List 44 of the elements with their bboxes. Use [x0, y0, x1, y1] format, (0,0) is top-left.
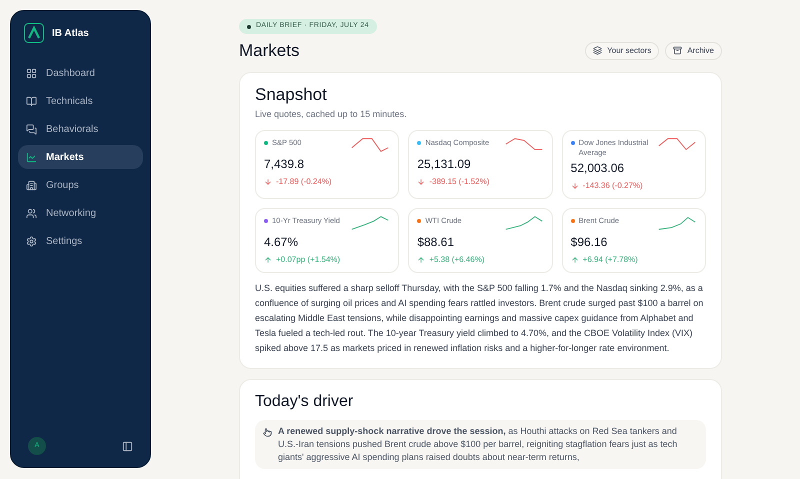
quote-change: -17.89 (-0.24%): [276, 176, 332, 188]
quote-value: 7,439.8: [264, 156, 306, 173]
nav-item[interactable]: Technicals: [18, 89, 143, 113]
sparkline: [350, 136, 390, 154]
quote-value: $88.61: [417, 234, 456, 251]
nav-item[interactable]: Networking: [18, 201, 143, 225]
nav-item[interactable]: Settings: [18, 229, 143, 253]
building-icon: [26, 180, 37, 190]
quote-value: 4.67%: [264, 234, 300, 251]
driver-text: A renewed supply-shock narrative drove the session, as Houthi attacks on Red Sea tankers and U.S.-Iran tensions pushed Brent crude above $100 per barrel, reigniting stagflation fears just as tech giants' aggressive AI spending plans raised doubts about near-term returns,: [278, 425, 678, 464]
card-title: Snapshot: [255, 84, 328, 104]
layers-icon: [593, 46, 602, 56]
settings-icon: [26, 236, 37, 246]
quote-change: -389.15 (-1.52%): [429, 176, 490, 188]
grid-icon: [26, 68, 37, 78]
page-title: Markets: [239, 40, 300, 62]
market-summary: U.S. equities suffered a sharp selloff Thursday, with the S&P 500 falling 1.7% and the Nasdaq sinking 2.9%, as a confluence of surging oil prices and AI spending fears rattled investors. Brent crude surged past $100 a barrel on escalating Middle East tensions, while disappointing earnings and massive capex guidance from Alphabet and Tesla fueled a tech-led rout. The 10-year Treasury yield climbed to 4.70%, and the CBOE Volatility Index (VIX) spiked above 17.5 as markets priced in renewed inflation risks and a higher-for-longer rate environment.: [255, 282, 704, 355]
sparkline: [656, 214, 697, 232]
chart-icon: [26, 152, 37, 162]
pointer-icon: [263, 428, 272, 437]
header-button[interactable]: Your sectors: [585, 42, 660, 60]
card-subtitle: Live quotes, cached up to 15 minutes.: [255, 108, 408, 121]
quote-value: $96.16: [570, 234, 608, 251]
archive-icon: [673, 46, 682, 56]
nav-item[interactable]: Markets: [18, 145, 143, 169]
logo-icon: [24, 23, 44, 43]
sparkline: [504, 214, 544, 232]
brand-name: IB Atlas: [52, 26, 89, 40]
book-icon: [26, 96, 37, 106]
collapse-sidebar-icon[interactable]: [122, 440, 133, 452]
quote-change: +5.38 (+6.46%): [429, 254, 484, 266]
sparkline: [350, 214, 390, 232]
quote-change: +0.07pp (+1.54%): [276, 254, 340, 266]
header-button[interactable]: Archive: [665, 42, 722, 60]
quote-change: -143.36 (-0.27%): [582, 180, 643, 192]
card-title: Today's driver: [255, 392, 354, 412]
nav-item[interactable]: Groups: [18, 173, 143, 197]
quote-value: 52,003.06: [570, 160, 626, 177]
quote-value: 25,131.09: [417, 156, 472, 173]
chat-icon: [26, 124, 37, 134]
users-icon: [26, 208, 37, 218]
nav-item[interactable]: Dashboard: [18, 61, 143, 85]
quote-change: +6.94 (+7.78%): [582, 254, 638, 266]
nav-item[interactable]: Behaviorals: [18, 117, 143, 141]
